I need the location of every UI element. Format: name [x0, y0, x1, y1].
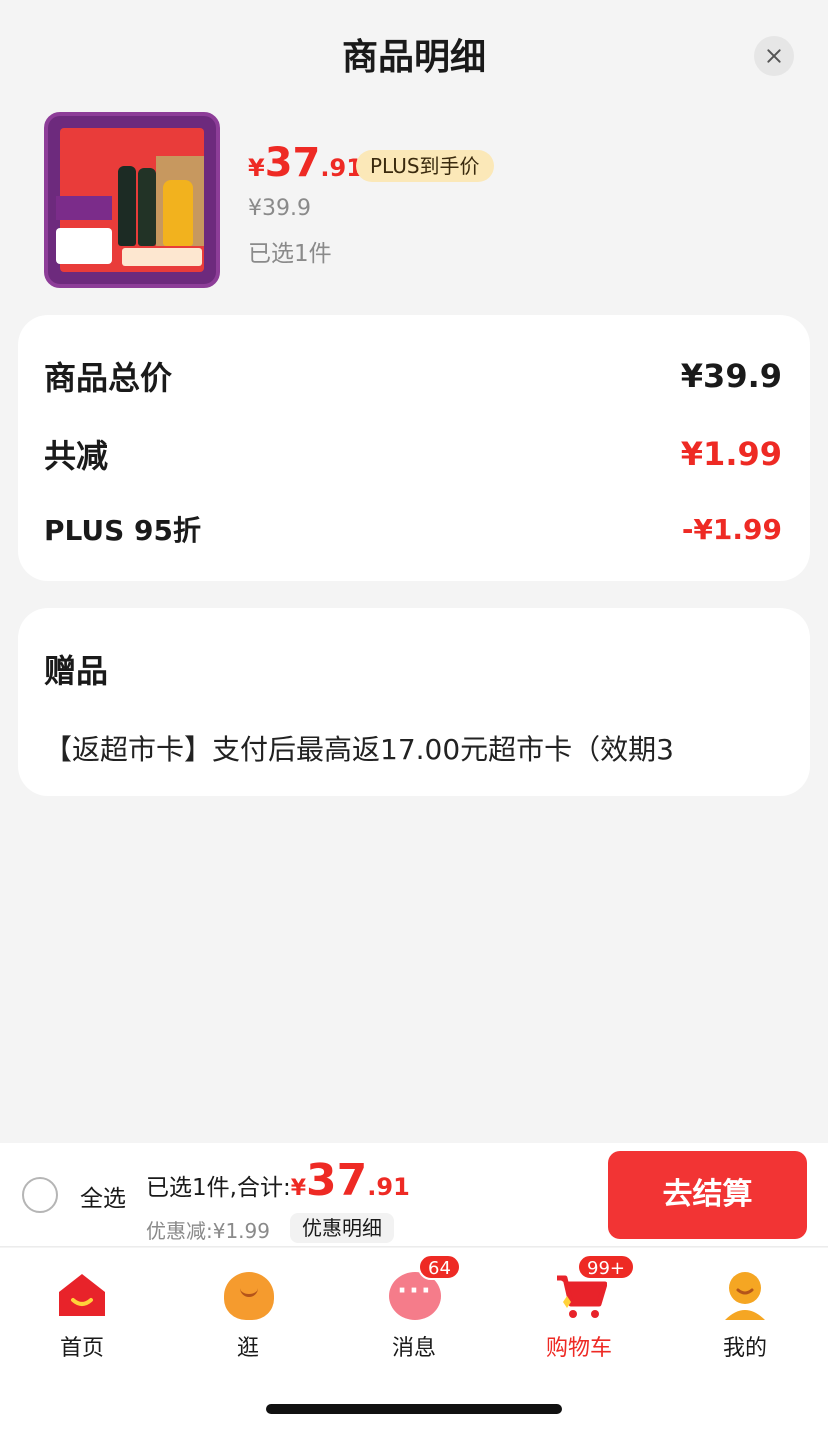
summary-row-discount: 共减 ¥1.99 [44, 431, 782, 477]
summary-value: ¥1.99 [680, 435, 782, 473]
total-currency: ¥ [290, 1176, 307, 1201]
tab-home[interactable]: 首页 [22, 1258, 142, 1361]
tab-label: 首页 [59, 1336, 104, 1361]
summary-value: ¥39.9 [680, 357, 782, 395]
summary-value: -¥1.99 [681, 512, 782, 546]
tab-label: 我的 [722, 1336, 767, 1361]
tab-messages[interactable]: 64 消息 [354, 1254, 474, 1361]
home-indicator [266, 1404, 562, 1414]
price-summary-card: 商品总价 ¥39.9 共减 ¥1.99 PLUS 95折 -¥1.99 [18, 315, 810, 581]
plus-price-badge: PLUS到手价 [356, 150, 494, 182]
selected-count: 已选1件 [248, 241, 332, 267]
plus-price: ¥ 37 .91 [248, 140, 363, 188]
thumbnail-band [122, 248, 202, 266]
select-all-radio[interactable] [22, 1177, 58, 1213]
checkout-button[interactable]: 去结算 [608, 1151, 807, 1239]
thumbnail-bottle [138, 168, 156, 246]
detail-sheet: 商品明细 ¥ 37 .91 PLUS到手价 ¥39.9 已选1件 商品总价 ¥3… [0, 0, 828, 1143]
total-decimal: .91 [367, 1173, 410, 1201]
close-button[interactable] [754, 36, 794, 76]
tab-label: 逛 [236, 1336, 259, 1361]
stroll-icon [224, 1272, 274, 1320]
summary-label: PLUS 95折 [44, 514, 201, 547]
message-badge: 64 [418, 1254, 461, 1280]
select-all-label[interactable]: 全选 [80, 1179, 126, 1213]
gift-title: 赠品 [44, 652, 109, 690]
discount-detail-button[interactable]: 优惠明细 [290, 1213, 394, 1243]
tab-profile[interactable]: 我的 [685, 1258, 805, 1361]
tab-label: 消息 [391, 1336, 436, 1361]
profile-icon [725, 1272, 765, 1320]
gift-description: 【返超市卡】支付后最高返17.00元超市卡（效期3 [44, 733, 674, 766]
summary-row-plus: PLUS 95折 -¥1.99 [44, 509, 782, 549]
summary-label: 商品总价 [44, 359, 173, 397]
total-label: 已选1件,合计: [146, 1175, 291, 1201]
thumbnail-price-tag [56, 228, 112, 264]
tab-label: 购物车 [545, 1336, 612, 1361]
page-title: 商品明细 [341, 37, 486, 78]
summary-label: 共减 [44, 437, 109, 475]
thumbnail-tag [56, 196, 112, 220]
thumbnail-bottle [163, 180, 193, 246]
original-price: ¥39.9 [248, 196, 311, 221]
cart-badge: 99+ [577, 1254, 635, 1280]
gift-card: 赠品 【返超市卡】支付后最高返17.00元超市卡（效期3 [18, 608, 810, 796]
tab-cart[interactable]: 99+ 购物车 [519, 1254, 639, 1361]
thumbnail-bottle [118, 166, 136, 246]
tab-stroll[interactable]: 逛 [188, 1258, 308, 1361]
price-currency: ¥ [248, 154, 265, 182]
total-line: 已选1件,合计: ¥ 37 .91 [146, 1155, 410, 1206]
discount-amount: 优惠减:¥1.99 [146, 1219, 270, 1243]
product-thumbnail[interactable] [44, 112, 220, 288]
summary-row-total: 商品总价 ¥39.9 [44, 353, 782, 399]
total-integer: 37 [306, 1155, 368, 1206]
home-icon [59, 1274, 105, 1316]
bottom-tab-bar: 首页 逛 64 消息 99+ 购物车 我的 [0, 1248, 828, 1434]
checkout-bar: 全选 已选1件,合计: ¥ 37 .91 优惠减:¥1.99 优惠明细 去结算 [0, 1143, 828, 1247]
price-integer: 37 [264, 140, 321, 186]
